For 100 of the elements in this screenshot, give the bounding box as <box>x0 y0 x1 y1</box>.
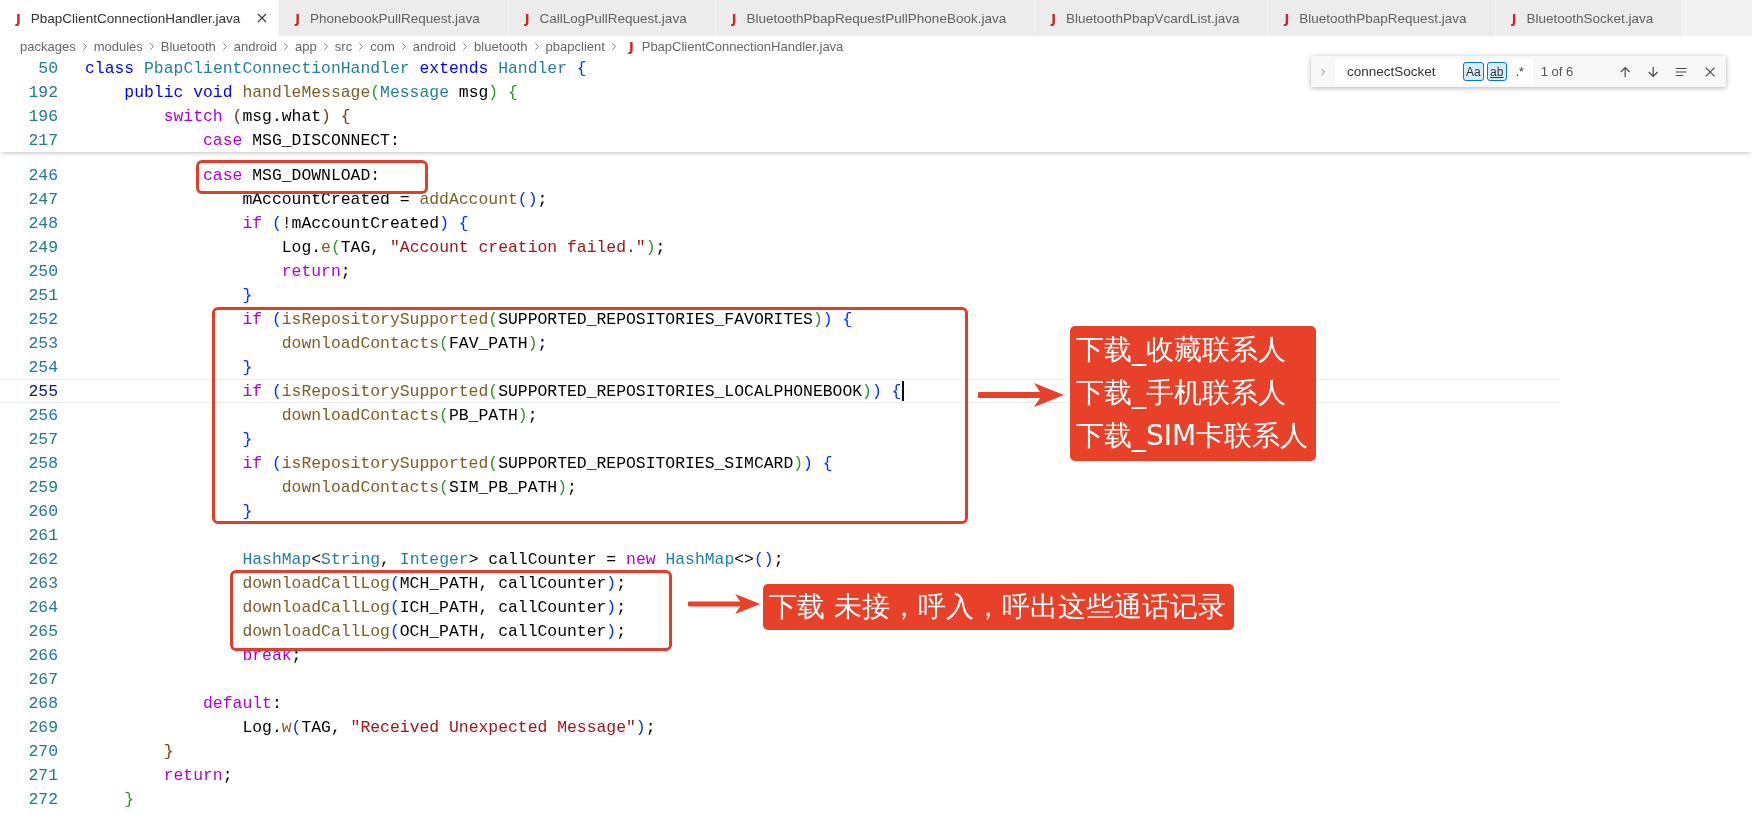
breadcrumb-item[interactable]: android <box>233 38 278 54</box>
code-line: Log.w(TAG, "Received Unexpected Message"); <box>241 717 656 737</box>
breadcrumb-item[interactable]: android <box>412 38 457 54</box>
chevron-icon <box>609 41 618 51</box>
line-number: 269 <box>27 717 58 737</box>
chevron-icon <box>321 41 330 51</box>
line-number: 263 <box>27 573 58 593</box>
code-line: } <box>241 429 253 449</box>
match-case-toggle[interactable]: Aa <box>1463 62 1484 81</box>
java-file-icon: J <box>731 10 737 26</box>
java-file-icon: J <box>1051 10 1057 26</box>
line-number: 252 <box>27 309 58 329</box>
line-number: 251 <box>27 285 58 305</box>
breadcrumb-item[interactable]: pbapclient <box>545 38 605 54</box>
code-line: downloadCallLog(OCH_PATH, callCounter); <box>241 621 626 641</box>
chevron-icon <box>532 41 541 51</box>
text-cursor <box>902 381 905 401</box>
java-file-icon: J <box>16 10 21 26</box>
code-line: } <box>162 741 174 761</box>
line-number: 265 <box>27 621 58 641</box>
code-line: break; <box>241 645 302 665</box>
line-number: 261 <box>27 525 58 545</box>
code-line: mAccountCreated = addAccount(); <box>241 189 548 209</box>
chevron-icon <box>357 41 366 51</box>
java-file-icon: J <box>295 10 301 26</box>
code-line: if (isRepositorySupported(SUPPORTED_REPOSITORIES_FAVORITES)) { <box>241 309 853 329</box>
editor-tab[interactable]: J PbapClientConnectionHandler.java <box>0 0 280 36</box>
arrow-up-icon <box>1618 64 1631 79</box>
close-icon <box>1703 64 1716 79</box>
java-file-icon: J <box>1284 10 1290 26</box>
breadcrumb-item[interactable]: app <box>295 38 317 54</box>
line-number: 255 <box>27 381 58 401</box>
editor-tab[interactable]: J BluetoothSocket.java <box>1495 0 1683 36</box>
line-number: 249 <box>27 237 58 257</box>
code-line: default: <box>202 693 282 713</box>
line-number: 250 <box>27 261 58 281</box>
line-number: 264 <box>27 597 58 617</box>
line-number: 257 <box>27 429 58 449</box>
line-number: 196 <box>27 106 58 126</box>
chevron-icon <box>1319 66 1327 77</box>
breadcrumb-item[interactable]: src <box>334 38 353 54</box>
code-line: HashMap<String, Integer> callCounter = new HashMap<>(); <box>241 549 784 569</box>
line-number: 270 <box>27 741 58 761</box>
code-line: downloadContacts(SIM_PB_PATH); <box>280 477 577 497</box>
code-line: downloadCallLog(MCH_PATH, callCounter); <box>241 573 626 593</box>
editor-tab[interactable]: J BluetoothPbapRequestPullPhoneBook.java <box>715 0 1036 36</box>
editor-tab[interactable]: J BluetoothPbapVcardList.java <box>1035 0 1269 36</box>
code-line: if (!mAccountCreated) { <box>241 213 469 233</box>
breadcrumb-item[interactable]: modules <box>93 38 143 54</box>
line-number: 246 <box>27 165 58 185</box>
code-line: } <box>241 357 253 377</box>
breadcrumb-item[interactable]: J PbapClientConnectionHandler.java <box>628 38 844 54</box>
editor-tab[interactable]: J PhonebookPullRequest.java <box>279 0 509 36</box>
code-line: downloadContacts(FAV_PATH); <box>280 333 548 353</box>
line-number: 271 <box>27 765 58 785</box>
line-number: 268 <box>27 693 58 713</box>
chevron-icon <box>220 41 229 51</box>
breadcrumb-item[interactable]: com <box>370 38 395 54</box>
java-file-icon: J <box>524 10 530 26</box>
breadcrumb-item[interactable]: packages <box>20 38 76 54</box>
code-line: } <box>241 285 253 305</box>
code-line: switch (msg.what) { <box>162 106 351 126</box>
chevron-icon <box>461 41 470 51</box>
breadcrumb-item[interactable]: Bluetooth <box>160 38 216 54</box>
line-number: 253 <box>27 333 58 353</box>
breadcrumb-item[interactable]: bluetooth <box>474 38 528 54</box>
code-line: downloadCallLog(ICH_PATH, callCounter); <box>241 597 626 617</box>
code-line: } <box>123 789 135 809</box>
line-number: 266 <box>27 645 58 665</box>
code-line: class PbapClientConnectionHandler extends Handler { <box>85 58 587 78</box>
code-line: public void handleMessage(Message msg) { <box>123 82 518 102</box>
code-line: case MSG_DISCONNECT: <box>202 130 400 150</box>
arrow-down-icon <box>1646 64 1660 79</box>
whole-word-toggle[interactable]: ab <box>1486 62 1507 81</box>
chevron-icon <box>399 41 408 51</box>
match-count: 1 of 6 <box>1540 64 1575 79</box>
line-number: 217 <box>27 130 58 150</box>
regex-toggle[interactable]: .* <box>1509 62 1530 81</box>
code-line: case MSG_DOWNLOAD: <box>202 165 381 185</box>
chevron-icon <box>282 41 291 51</box>
line-number: 256 <box>27 405 58 425</box>
code-line: } <box>241 501 253 521</box>
annotation-label: 下载_收藏联系人 下载_手机联系人 下载_SIM卡联系人 <box>1070 326 1317 461</box>
search-field[interactable]: connectSocket Aa ab .* <box>1334 59 1533 84</box>
line-number: 258 <box>27 453 58 473</box>
java-file-icon: J <box>1511 10 1517 26</box>
line-number: 260 <box>27 501 58 521</box>
editor-tab[interactable]: J CallLogPullRequest.java <box>508 0 716 36</box>
line-number: 259 <box>27 477 58 497</box>
editor-tab[interactable]: J BluetoothPbapRequest.java <box>1268 0 1496 36</box>
line-number: 262 <box>27 549 58 569</box>
close-icon <box>256 12 269 24</box>
code-line: return; <box>280 261 351 281</box>
code-line: Log.e(TAG, "Account creation failed."); <box>280 237 666 257</box>
line-number: 248 <box>27 213 58 233</box>
annotation-label: 下载 未接，呼入，呼出这些通话记录 <box>763 584 1234 630</box>
line-number: 267 <box>27 669 58 689</box>
line-number: 254 <box>27 357 58 377</box>
arrow-icon <box>978 381 1066 409</box>
line-number: 50 <box>37 58 58 78</box>
